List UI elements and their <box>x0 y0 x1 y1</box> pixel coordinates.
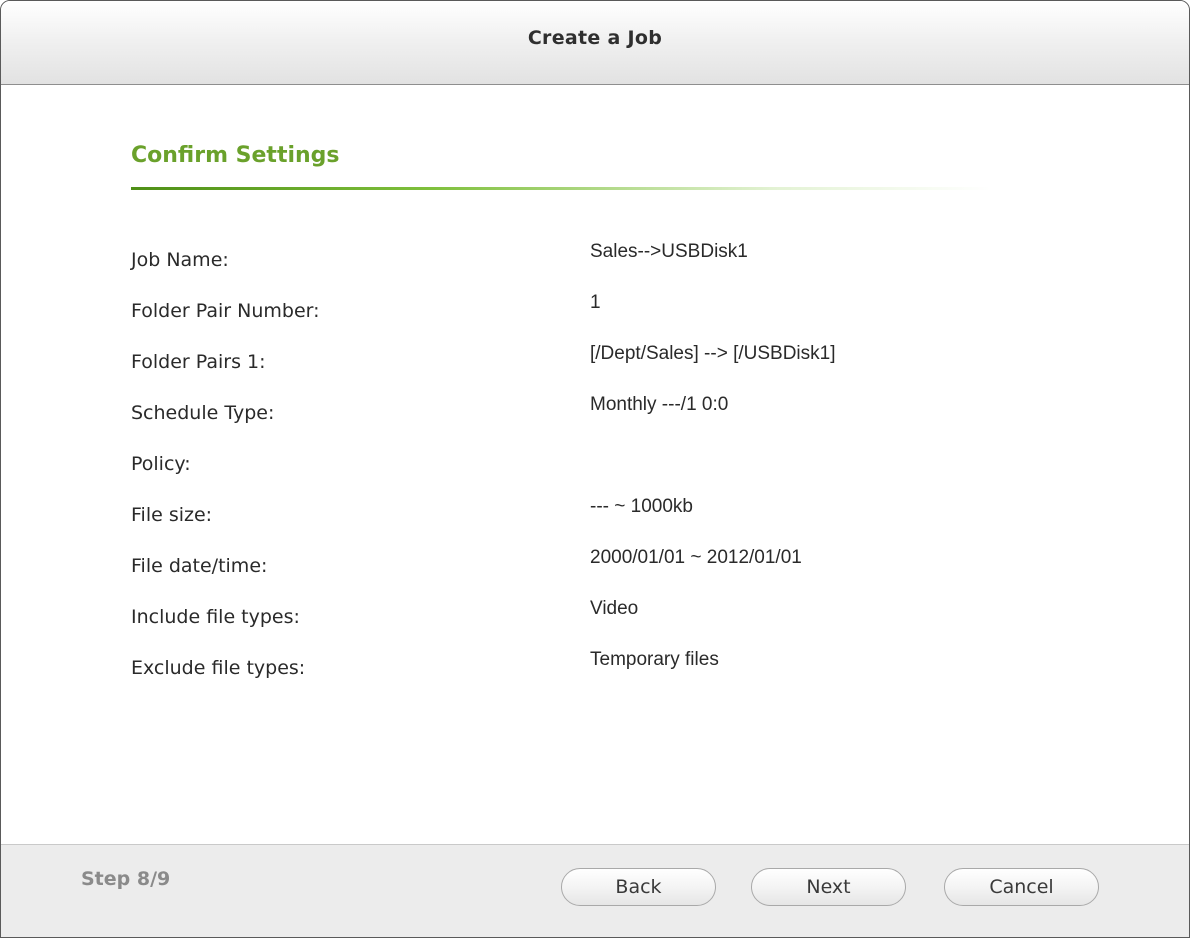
schedule-type-value: Monthly ---/1 0:0 <box>590 394 729 415</box>
file-date-time-value: 2000/01/01 ~ 2012/01/01 <box>590 547 802 568</box>
section-heading: Confirm Settings <box>131 143 340 168</box>
job-name-value: Sales-->USBDisk1 <box>590 241 748 262</box>
back-button[interactable]: Back <box>561 868 716 906</box>
folder-pair-number-label: Folder Pair Number: <box>131 300 320 322</box>
dialog-title: Create a Job <box>527 27 663 49</box>
schedule-type-label: Schedule Type: <box>131 402 275 424</box>
policy-label: Policy: <box>131 453 191 475</box>
section-divider <box>131 187 991 190</box>
step-indicator: Step 8/9 <box>81 868 171 890</box>
folder-pairs-value: [/Dept/Sales] --> [/USBDisk1] <box>590 343 836 364</box>
settings-row-policy: Policy: <box>131 445 1031 496</box>
cancel-button[interactable]: Cancel <box>944 868 1099 906</box>
dialog-footer: Step 8/9 Back Next Cancel <box>1 844 1189 937</box>
include-file-types-value: Video <box>590 598 639 619</box>
settings-list: Job Name: Sales-->USBDisk1 Folder Pair N… <box>131 241 1031 700</box>
job-name-label: Job Name: <box>131 249 229 271</box>
folder-pair-number-value: 1 <box>590 292 601 313</box>
settings-row-exclude-file-types: Exclude file types: Temporary files <box>131 649 1031 700</box>
settings-row-folder-pairs: Folder Pairs 1: [/Dept/Sales] --> [/USBD… <box>131 343 1031 394</box>
exclude-file-types-value: Temporary files <box>590 649 719 670</box>
include-file-types-label: Include file types: <box>131 606 300 628</box>
settings-row-file-date-time: File date/time: 2000/01/01 ~ 2012/01/01 <box>131 547 1031 598</box>
settings-row-file-size: File size: --- ~ 1000kb <box>131 496 1031 547</box>
settings-row-include-file-types: Include file types: Video <box>131 598 1031 649</box>
file-size-label: File size: <box>131 504 213 526</box>
file-date-time-label: File date/time: <box>131 555 268 577</box>
file-size-value: --- ~ 1000kb <box>590 496 693 517</box>
exclude-file-types-label: Exclude file types: <box>131 657 306 679</box>
next-button[interactable]: Next <box>751 868 906 906</box>
settings-row-folder-pair-number: Folder Pair Number: 1 <box>131 292 1031 343</box>
dialog-titlebar: Create a Job <box>1 1 1189 85</box>
settings-row-schedule-type: Schedule Type: Monthly ---/1 0:0 <box>131 394 1031 445</box>
folder-pairs-label: Folder Pairs 1: <box>131 351 266 373</box>
settings-row-job-name: Job Name: Sales-->USBDisk1 <box>131 241 1031 292</box>
create-job-dialog: Create a Job Confirm Settings Job Name: … <box>0 0 1190 938</box>
